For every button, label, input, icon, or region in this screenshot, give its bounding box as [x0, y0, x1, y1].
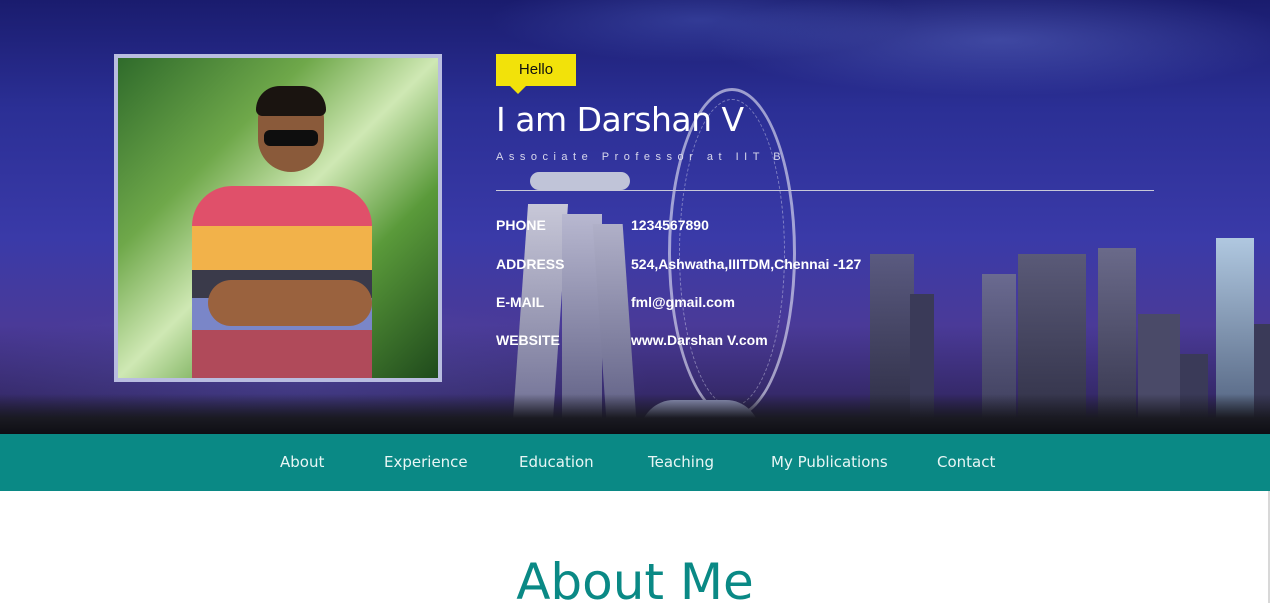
info-value: fml@gmail.com — [631, 294, 735, 310]
info-row-phone: PHONE 1234567890 — [496, 217, 996, 237]
photo-sunglasses — [264, 130, 318, 146]
page-title: I am Darshan V — [496, 100, 744, 139]
nav-item-experience[interactable]: Experience — [384, 434, 468, 491]
about-heading: About Me — [516, 553, 754, 611]
info-value: 524,Ashwatha,IIITDM,Chennai -127 — [631, 256, 862, 272]
info-value: 1234567890 — [631, 217, 709, 233]
info-row-website: WEBSITE www.Darshan V.com — [496, 332, 996, 352]
info-row-address: ADDRESS 524,Ashwatha,IIITDM,Chennai -127 — [496, 256, 996, 276]
info-label: PHONE — [496, 217, 546, 233]
photo-arms — [208, 280, 372, 326]
info-row-email: E-MAIL fml@gmail.com — [496, 294, 996, 314]
nav-item-publications[interactable]: My Publications — [771, 434, 888, 491]
divider — [496, 190, 1154, 191]
hero-banner: Hello I am Darshan V Associate Professor… — [0, 0, 1270, 434]
job-title: Associate Professor at IIT B — [496, 151, 787, 163]
nav-item-contact[interactable]: Contact — [937, 434, 995, 491]
skyline-building — [530, 172, 630, 190]
photo-hair — [256, 86, 326, 116]
nav-item-teaching[interactable]: Teaching — [648, 434, 714, 491]
hello-badge: Hello — [496, 54, 576, 94]
city-horizon — [0, 394, 1270, 434]
info-value: www.Darshan V.com — [631, 332, 768, 348]
info-label: ADDRESS — [496, 256, 565, 272]
nav-item-education[interactable]: Education — [519, 434, 594, 491]
info-label: WEBSITE — [496, 332, 560, 348]
main-navigation: About Experience Education Teaching My P… — [0, 434, 1270, 491]
info-label: E-MAIL — [496, 294, 545, 310]
profile-photo — [114, 54, 442, 382]
nav-item-about[interactable]: About — [280, 434, 324, 491]
